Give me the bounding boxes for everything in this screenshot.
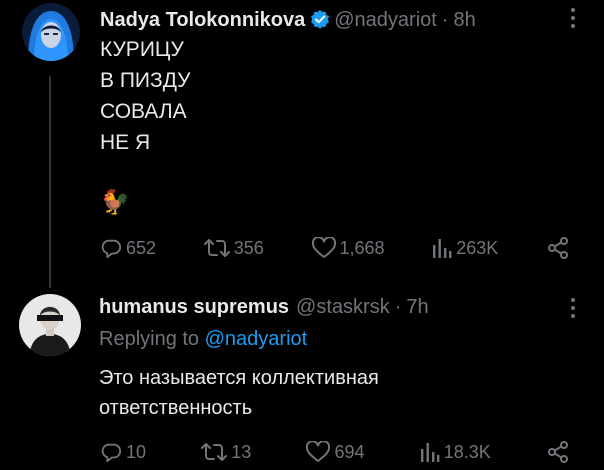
avatar[interactable]: [19, 294, 81, 356]
verified-badge-icon: [310, 9, 330, 29]
views-count: 18.3K: [443, 441, 491, 462]
timestamp[interactable]: 8h: [453, 9, 475, 32]
mention-link[interactable]: @nadyariot: [205, 328, 308, 350]
replying-to-label: Replying to: [99, 328, 200, 350]
tweet-text: Это называется коллективная ответственно…: [99, 367, 379, 419]
share-icon: [548, 237, 568, 259]
like-icon: [311, 237, 336, 258]
author-name[interactable]: Nadya Tolokonnikova: [100, 9, 305, 32]
like-icon: [306, 441, 331, 462]
reply-count: 10: [126, 441, 147, 462]
author-name[interactable]: humanus supremus: [99, 296, 289, 319]
views-button[interactable]: 18.3K: [420, 441, 491, 463]
like-count: 1,668: [339, 237, 385, 258]
reply-button[interactable]: 652: [100, 237, 156, 259]
share-button[interactable]: [546, 440, 570, 464]
repost-button[interactable]: 13: [201, 441, 251, 463]
repost-count: 356: [233, 237, 264, 258]
separator-dot: ·: [441, 9, 449, 31]
rooster-emoji: 🐓: [100, 189, 130, 216]
reply-icon: [101, 443, 122, 463]
repost-count: 13: [231, 441, 252, 462]
replying-to-line: Replying to @nadyariot: [99, 328, 307, 351]
more-icon[interactable]: [570, 8, 576, 32]
like-button[interactable]: 1,668: [311, 237, 385, 259]
avatar[interactable]: [22, 3, 80, 61]
views-icon: [433, 239, 452, 258]
views-count: 263K: [456, 237, 499, 258]
more-icon[interactable]: [570, 298, 576, 322]
reply-button[interactable]: 10: [100, 441, 146, 463]
reply-count: 652: [126, 237, 157, 258]
author-handle[interactable]: @nadyariot: [334, 9, 437, 32]
views-button[interactable]: 263K: [432, 237, 498, 259]
like-button[interactable]: 694: [306, 441, 365, 463]
thread-connector-line: [49, 76, 51, 288]
repost-icon: [203, 239, 230, 257]
like-count: 694: [334, 441, 365, 462]
reply-icon: [101, 239, 122, 259]
repost-icon: [201, 443, 228, 461]
views-icon: [420, 443, 440, 462]
timestamp[interactable]: 7h: [406, 296, 428, 319]
author-handle[interactable]: @staskrsk: [296, 296, 390, 319]
share-button[interactable]: [546, 236, 570, 260]
repost-button[interactable]: 356: [203, 237, 264, 259]
share-icon: [547, 441, 568, 463]
separator-dot: ·: [394, 296, 402, 318]
tweet-text: КУРИЦУ В ПИЗДУ СОВАЛА НЕ Я: [100, 38, 191, 154]
